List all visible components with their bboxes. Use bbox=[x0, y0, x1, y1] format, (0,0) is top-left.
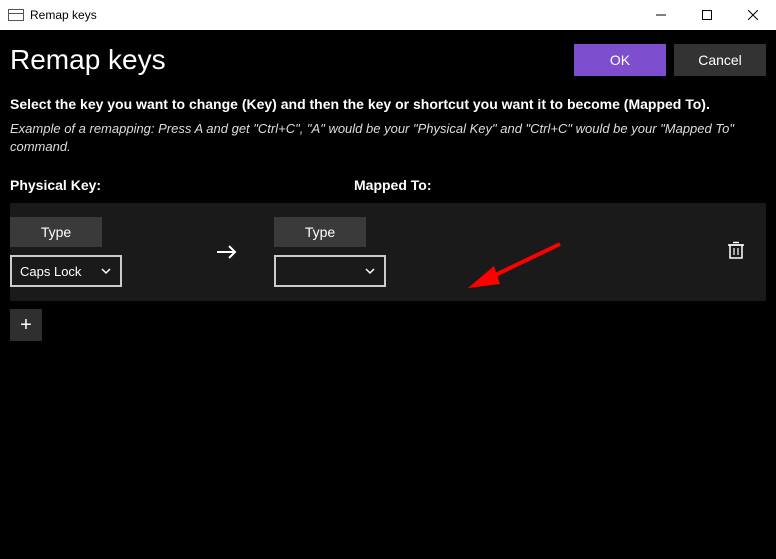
delete-button[interactable] bbox=[727, 240, 745, 265]
physical-key-header: Physical Key: bbox=[10, 177, 354, 193]
description-text: Select the key you want to change (Key) … bbox=[10, 96, 766, 112]
physical-key-value: Caps Lock bbox=[20, 264, 81, 279]
header: Remap keys OK Cancel bbox=[0, 30, 776, 76]
chevron-down-icon bbox=[364, 265, 376, 277]
add-mapping-button[interactable]: + bbox=[10, 309, 42, 341]
plus-icon: + bbox=[20, 314, 32, 337]
window-title: Remap keys bbox=[30, 8, 97, 22]
maximize-button[interactable] bbox=[684, 0, 730, 30]
minimize-button[interactable] bbox=[638, 0, 684, 30]
mapped-type-button[interactable]: Type bbox=[274, 217, 366, 247]
app-icon bbox=[8, 9, 24, 21]
ok-button[interactable]: OK bbox=[574, 44, 666, 76]
chevron-down-icon bbox=[100, 265, 112, 277]
mapped-to-header: Mapped To: bbox=[354, 177, 766, 193]
example-text: Example of a remapping: Press A and get … bbox=[10, 120, 766, 155]
physical-key-dropdown[interactable]: Caps Lock bbox=[10, 255, 122, 287]
mapping-row: Type Caps Lock Type bbox=[10, 203, 766, 301]
close-button[interactable] bbox=[730, 0, 776, 30]
cancel-button[interactable]: Cancel bbox=[674, 44, 766, 76]
page-title: Remap keys bbox=[10, 44, 566, 76]
physical-type-button[interactable]: Type bbox=[10, 217, 102, 247]
mapped-to-cell: Type bbox=[274, 217, 716, 287]
content: Select the key you want to change (Key) … bbox=[0, 76, 776, 341]
add-row: + bbox=[10, 309, 766, 341]
arrow-right-icon bbox=[214, 239, 274, 265]
mapped-to-dropdown[interactable] bbox=[274, 255, 386, 287]
columns-header: Physical Key: Mapped To: bbox=[10, 177, 766, 203]
titlebar: Remap keys bbox=[0, 0, 776, 30]
delete-cell bbox=[716, 240, 756, 265]
